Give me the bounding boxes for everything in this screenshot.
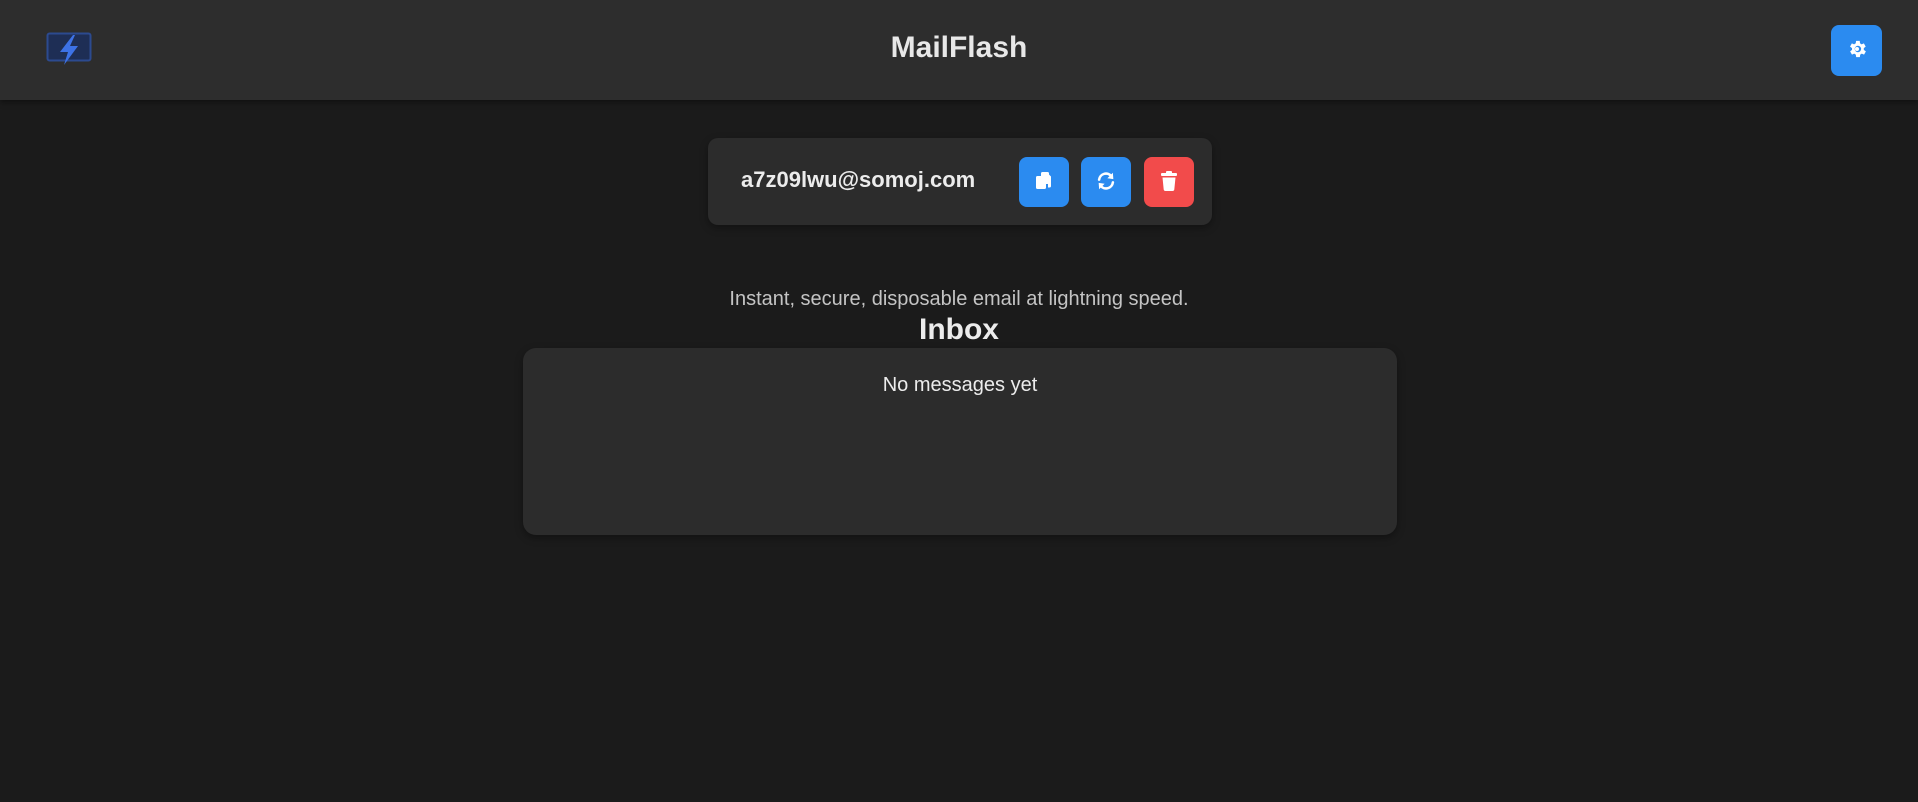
empty-inbox-message: No messages yet [882,374,1038,396]
tagline: Instant, secure, disposable email at lig… [729,288,1189,310]
inbox-panel: No messages yet [523,348,1397,535]
delete-button[interactable] [1144,157,1194,207]
email-address-card: a7z09lwu@somoj.com [708,138,1212,225]
app-title: MailFlash [890,31,1028,64]
copy-button[interactable] [1019,157,1069,207]
refresh-icon [1095,170,1117,195]
trash-icon [1159,170,1179,195]
email-address[interactable]: a7z09lwu@somoj.com [741,167,975,193]
inbox-title: Inbox [919,313,999,346]
gear-icon [1846,38,1868,63]
app-header: MailFlash [0,0,1918,100]
refresh-button[interactable] [1081,157,1131,207]
settings-button[interactable] [1831,25,1882,76]
copy-icon [1034,170,1054,195]
